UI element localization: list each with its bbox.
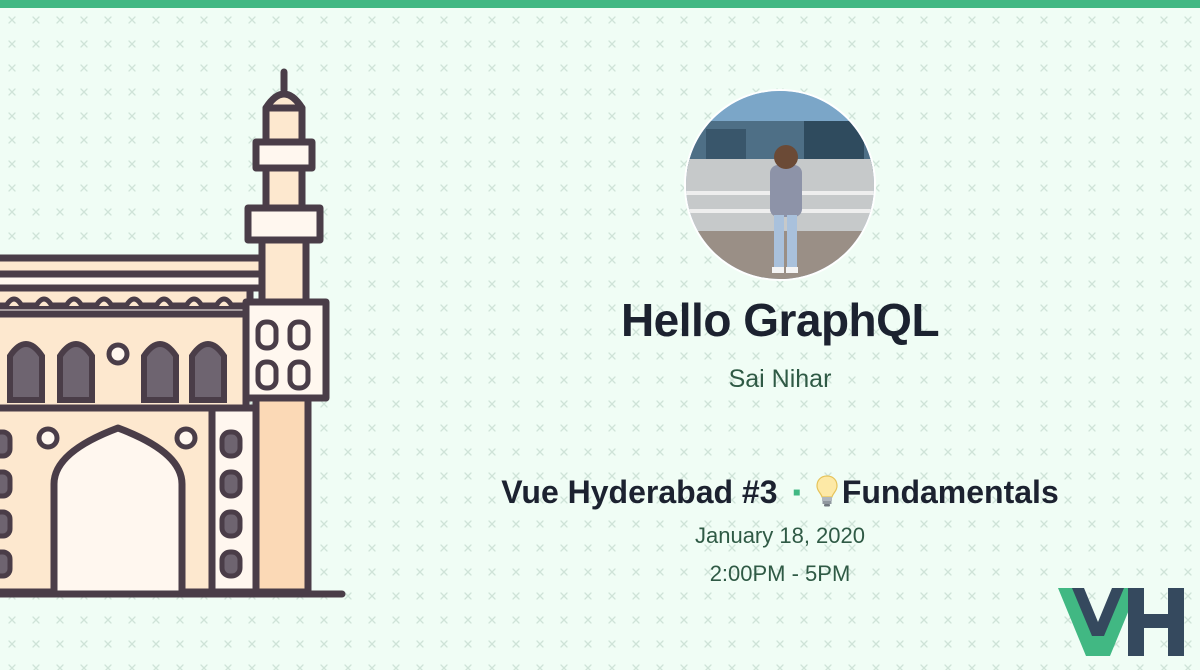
- vh-logo: [1058, 588, 1184, 656]
- event-name: Vue Hyderabad #3: [501, 474, 778, 510]
- charminar-illustration: [0, 68, 346, 598]
- speaker-name: Sai Nihar: [728, 365, 832, 393]
- lightbulb-icon: [816, 475, 838, 507]
- event-theme: Fundamentals: [841, 474, 1059, 510]
- talk-title: Hello GraphQL: [620, 294, 940, 346]
- event-time: 2:00PM - 5PM: [709, 561, 851, 586]
- top-accent-bar: [0, 0, 1200, 8]
- event-line: Vue Hyderabad #3 ▪ Fundamentals: [430, 472, 1130, 516]
- separator-dot: ▪: [792, 479, 801, 506]
- speaker-avatar: [686, 91, 874, 279]
- event-date: January 18, 2020: [694, 523, 866, 548]
